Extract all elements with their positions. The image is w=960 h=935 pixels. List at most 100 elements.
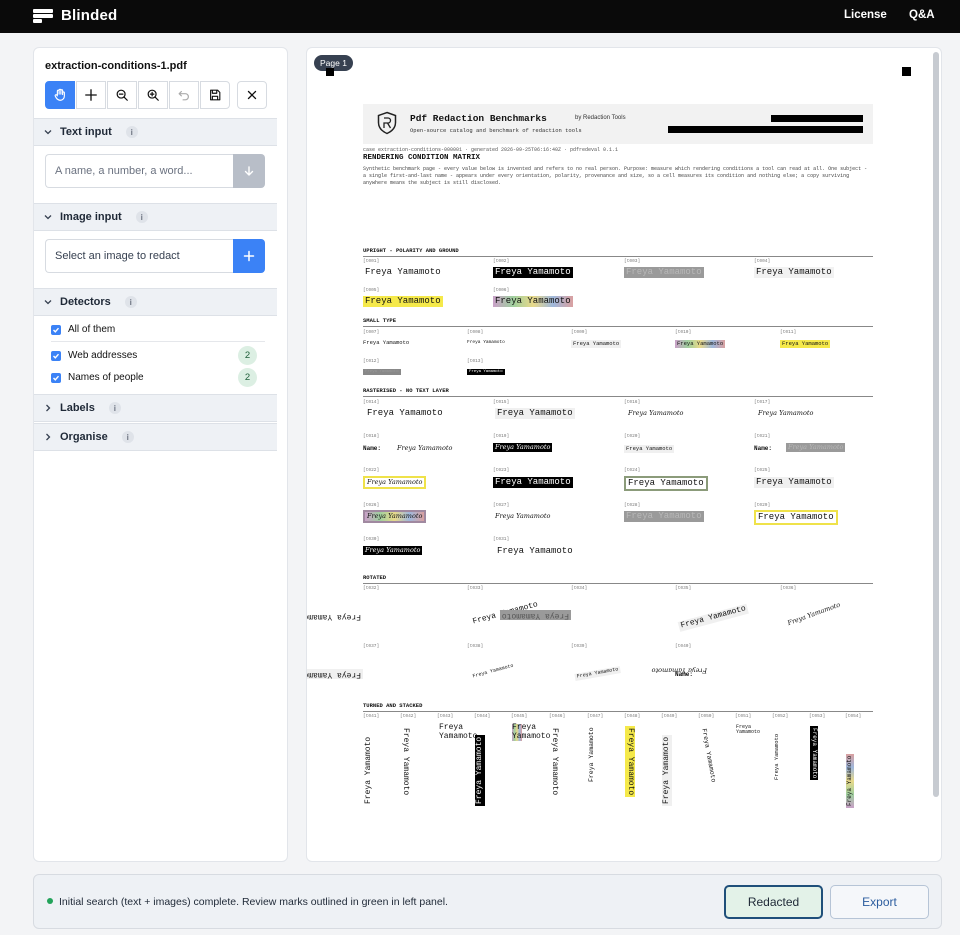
cell-id: [t022] <box>363 468 380 473</box>
cell-id: [t004] <box>754 259 771 264</box>
blinded-logo-icon <box>33 8 53 23</box>
detectors-section-toggle[interactable]: Detectors i <box>34 288 277 316</box>
document-viewer[interactable]: Page 1 Pdf Redaction Benchmarks by Redac… <box>306 47 942 862</box>
section-rule <box>363 326 873 327</box>
detector-all-checkbox-row[interactable]: All of them <box>51 324 265 335</box>
text-search-input[interactable]: A name, a number, a word... <box>45 154 233 188</box>
save-button[interactable] <box>200 81 230 109</box>
status-indicator-icon <box>47 898 53 904</box>
rotated-sample-name: Freya Yamamoto <box>550 728 559 796</box>
cell-id: [t034] <box>571 586 588 591</box>
sample-name: Freya Yamamoto <box>493 267 573 278</box>
page-corner-mark <box>326 68 334 76</box>
stacked-sample-name: Freya Yamamoto <box>439 723 478 741</box>
detector-names-row[interactable]: Names of people 2 <box>51 368 265 387</box>
sample-name: Freya Yamamoto <box>363 510 427 523</box>
info-icon[interactable]: i <box>124 296 137 308</box>
sample-name: Freya Yamamoto <box>467 340 505 345</box>
name-label: Name: <box>754 445 773 452</box>
cell-id: [t046] <box>549 714 566 719</box>
rotated-sample-name: Freya Yamamoto <box>773 733 780 780</box>
brand[interactable]: Blinded <box>33 7 117 24</box>
zoom-out-icon <box>116 89 128 101</box>
cell-id: [t024] <box>624 468 641 473</box>
close-button[interactable] <box>237 81 267 109</box>
checkbox-checked-icon[interactable] <box>51 372 61 383</box>
sample-name: Freya Yamamoto <box>780 340 831 348</box>
redaction-box[interactable] <box>771 115 863 122</box>
sample-name: Freya Yamamoto <box>363 296 443 307</box>
zoom-in-icon <box>147 89 159 101</box>
sample-name: Freya Yamamoto <box>574 666 621 681</box>
nav-license-link[interactable]: License <box>844 9 887 21</box>
labels-title: Labels <box>60 402 95 414</box>
chevron-down-icon <box>44 130 52 135</box>
cell-id: [t039] <box>571 644 588 649</box>
info-icon[interactable]: i <box>125 126 138 138</box>
cell-id: [t045] <box>511 714 528 719</box>
labels-section-toggle[interactable]: Labels i <box>34 394 277 422</box>
nav-qa-link[interactable]: Q&A <box>909 9 935 21</box>
section-title: UPRIGHT - POLARITY AND GROUND <box>363 247 459 254</box>
cell-id: [t032] <box>363 586 380 591</box>
cell-id: [t037] <box>363 644 380 649</box>
cell-id: [t028] <box>624 503 641 508</box>
cell-id: [t019] <box>493 434 510 439</box>
detector-names-label: Names of people <box>68 372 144 383</box>
export-button[interactable]: Export <box>830 885 929 919</box>
detector-count-badge: 2 <box>238 368 257 387</box>
info-icon[interactable]: i <box>108 402 121 414</box>
cell-id: [t010] <box>675 330 692 335</box>
text-input-section-toggle[interactable]: Text input i <box>34 118 277 146</box>
image-select-input[interactable]: Select an image to redact <box>45 239 233 273</box>
detector-all-label: All of them <box>68 324 116 335</box>
add-image-button[interactable] <box>233 239 265 273</box>
pan-tool-button[interactable] <box>45 81 75 109</box>
sample-name: Freya Yamamoto <box>786 600 842 628</box>
info-icon[interactable]: i <box>121 431 134 443</box>
doc-heading: RENDERING CONDITION MATRIX <box>363 154 481 162</box>
sample-name: Freya Yamamoto <box>675 340 726 348</box>
zoom-out-button[interactable] <box>107 81 137 109</box>
cell-id: [t025] <box>754 468 771 473</box>
sample-name: Freya Yamamoto <box>628 409 684 417</box>
info-icon[interactable]: i <box>135 211 148 223</box>
cell-id: [t015] <box>493 400 510 405</box>
cell-id: [t026] <box>363 503 380 508</box>
cell-id: [t017] <box>754 400 771 405</box>
image-input-section-toggle[interactable]: Image input i <box>34 203 277 231</box>
checkbox-checked-icon[interactable] <box>51 324 61 335</box>
close-icon <box>247 90 257 100</box>
plus-icon <box>85 89 97 101</box>
redaction-box[interactable] <box>668 126 863 133</box>
sample-name: Freya Yamamoto <box>677 603 750 632</box>
rotated-sample-name: Freya Yamamoto <box>401 728 410 796</box>
stacked-sample-name: Freya Yamamoto <box>736 724 761 736</box>
viewer-scrollbar[interactable] <box>933 52 939 797</box>
undo-button[interactable] <box>169 81 199 109</box>
sample-name: Freya Yamamoto <box>363 369 401 375</box>
sample-name: Freya Yamamoto <box>367 408 443 418</box>
redacted-button[interactable]: Redacted <box>724 885 823 919</box>
cell-id: [t006] <box>493 288 510 293</box>
detector-web-addresses-row[interactable]: Web addresses 2 <box>51 346 265 365</box>
cell-id: [t038] <box>467 644 484 649</box>
cell-id: [t003] <box>624 259 641 264</box>
section-rule <box>363 711 873 712</box>
section-rule <box>363 256 873 257</box>
rotated-sample-name: Freya Yamamoto <box>810 726 818 781</box>
cell-id: [t041] <box>363 714 380 719</box>
section-title: TURNED AND STACKED <box>363 702 423 709</box>
add-mark-button[interactable] <box>76 81 106 109</box>
cell-id: [t053] <box>809 714 826 719</box>
cell-id: [t023] <box>493 468 510 473</box>
undo-icon <box>178 90 189 101</box>
checkbox-checked-icon[interactable] <box>51 350 61 361</box>
section-rule <box>363 583 873 584</box>
text-search-submit-button[interactable] <box>233 154 265 188</box>
organise-section-toggle[interactable]: Organise i <box>34 423 277 451</box>
file-name: extraction-conditions-1.pdf <box>45 60 187 72</box>
zoom-in-button[interactable] <box>138 81 168 109</box>
cell-id: [t040] <box>675 644 692 649</box>
section-title: RASTERISED - NO TEXT LAYER <box>363 387 449 394</box>
